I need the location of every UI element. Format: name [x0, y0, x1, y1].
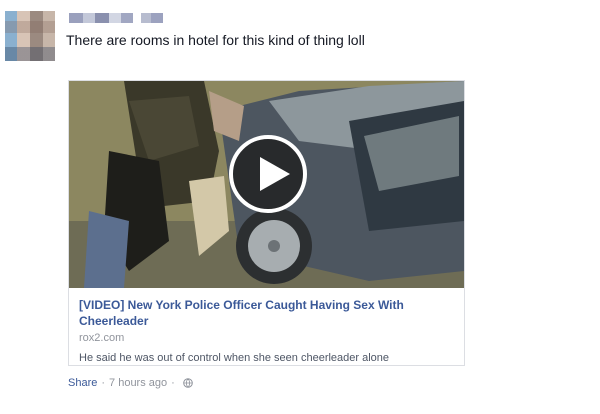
video-thumbnail[interactable] [69, 81, 464, 288]
timestamp[interactable]: 7 hours ago [109, 377, 167, 389]
author-name-redacted[interactable] [69, 13, 163, 23]
share-link[interactable]: Share [68, 377, 97, 389]
play-button[interactable] [229, 135, 307, 213]
link-info: [VIDEO] New York Police Officer Caught H… [79, 297, 454, 365]
separator: · [171, 377, 175, 389]
link-title[interactable]: [VIDEO] New York Police Officer Caught H… [79, 297, 454, 329]
separator: · [101, 377, 106, 389]
globe-icon[interactable] [183, 378, 193, 388]
post-footer: Share · 7 hours ago · [68, 377, 193, 389]
post-text: There are rooms in hotel for this kind o… [66, 32, 365, 48]
link-domain: rox2.com [79, 332, 125, 344]
link-preview-card[interactable]: [VIDEO] New York Police Officer Caught H… [68, 80, 465, 366]
avatar[interactable] [5, 11, 55, 61]
link-description: He said he was out of control when she s… [79, 352, 390, 364]
